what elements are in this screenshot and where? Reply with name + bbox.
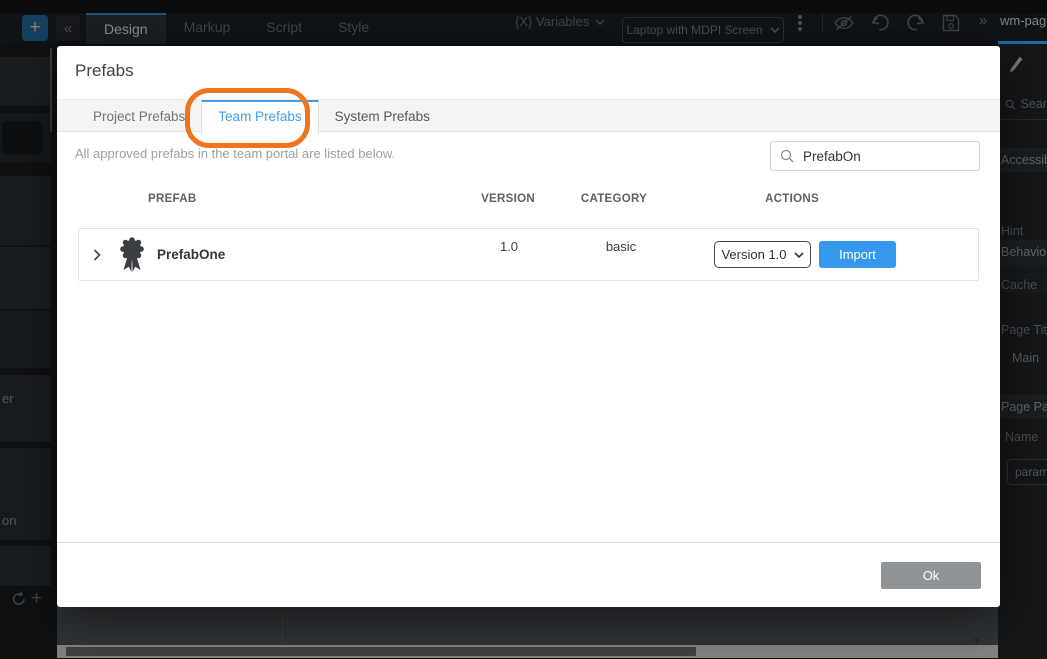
- tab-design[interactable]: Design: [86, 13, 166, 44]
- palette-block[interactable]: [0, 311, 51, 368]
- param-name-input[interactable]: [1007, 459, 1047, 485]
- version-select[interactable]: Version 1.0: [714, 241, 811, 268]
- tab-project-prefabs[interactable]: Project Prefabs: [77, 100, 201, 133]
- left-panel-scrollbar[interactable]: [50, 48, 52, 132]
- expand-chevron-icon[interactable]: [93, 249, 101, 264]
- file-tab-wm-page[interactable]: wm-pag: [1000, 0, 1046, 41]
- variables-dropdown[interactable]: {X} Variables: [515, 0, 605, 44]
- tab-system-prefabs[interactable]: System Prefabs: [319, 100, 446, 133]
- design-canvas: [57, 607, 998, 645]
- properties-search-label: Sear: [1021, 97, 1047, 111]
- preview-off-icon[interactable]: [833, 15, 855, 31]
- horizontal-scrollbar-thumb[interactable]: [66, 647, 696, 656]
- editor-mode-tabs: Design Markup Script Style: [86, 13, 387, 44]
- section-behavior[interactable]: Behavior: [998, 240, 1047, 264]
- prefab-table-row[interactable]: PrefabOne 1.0 basic Version 1.0 Import: [78, 228, 979, 281]
- more-vertical-icon[interactable]: [797, 14, 803, 32]
- save-icon[interactable]: [941, 13, 961, 33]
- palette-block[interactable]: on: [0, 448, 51, 540]
- horizontal-scrollbar[interactable]: [57, 645, 998, 658]
- dialog-title: Prefabs: [75, 61, 134, 81]
- col-header-prefab: PREFAB: [148, 193, 196, 205]
- properties-search[interactable]: Sear: [998, 89, 1047, 120]
- prefabs-dialog: Prefabs Project Prefabs Team Prefabs Sys…: [57, 46, 1000, 607]
- prefab-search-box: [770, 141, 980, 171]
- collapse-panel-button[interactable]: «: [56, 15, 80, 41]
- prefab-category: basic: [606, 239, 636, 254]
- variables-label: {X} Variables: [515, 0, 589, 44]
- expand-panel-button[interactable]: »: [973, 11, 993, 30]
- tab-script[interactable]: Script: [248, 13, 320, 42]
- add-widget-icon[interactable]: +: [31, 588, 42, 610]
- prefab-search-input[interactable]: [801, 148, 979, 165]
- palette-item-label: er: [2, 391, 14, 406]
- add-page-button[interactable]: +: [22, 15, 48, 41]
- col-header-version: VERSION: [481, 193, 535, 205]
- palette-block[interactable]: [0, 546, 51, 586]
- top-toolbar: + « Design Markup Script Style {X} Varia…: [0, 0, 1047, 44]
- footer-divider: [57, 542, 1000, 543]
- palette-search-box[interactable]: [2, 121, 42, 155]
- search-icon: [780, 149, 794, 163]
- palette-block: [0, 113, 51, 162]
- redo-icon[interactable]: [905, 14, 927, 32]
- undo-icon[interactable]: [869, 14, 891, 32]
- prefab-version: 1.0: [500, 239, 518, 254]
- dialog-description: All approved prefabs in the team portal …: [75, 146, 395, 161]
- prop-cache: Cache: [1001, 278, 1047, 292]
- version-select-value: Version 1.0: [721, 247, 786, 262]
- canvas-grid-line: [282, 607, 283, 645]
- palette-block: [0, 57, 51, 106]
- prop-hint: Hint: [1001, 224, 1047, 238]
- prop-name: Name: [1005, 430, 1047, 444]
- tab-team-prefabs[interactable]: Team Prefabs: [201, 100, 318, 134]
- col-header-actions: ACTIONS: [765, 193, 819, 205]
- prefab-badge-icon: [119, 237, 145, 276]
- app-root: + « Design Markup Script Style {X} Varia…: [0, 0, 1047, 659]
- prefab-tabs: Project Prefabs Team Prefabs System Pref…: [57, 99, 1000, 132]
- tab-style[interactable]: Style: [320, 13, 387, 42]
- search-icon: [1005, 98, 1016, 111]
- section-page-params[interactable]: Page Pa: [998, 395, 1047, 419]
- import-button[interactable]: Import: [819, 241, 896, 268]
- ok-button[interactable]: Ok: [881, 562, 981, 589]
- prop-page-title-value[interactable]: Main: [1012, 351, 1047, 365]
- col-header-category: CATEGORY: [581, 193, 647, 205]
- device-selector[interactable]: Laptop with MDPI Screen: [622, 17, 784, 43]
- chevron-down-icon: [770, 27, 780, 33]
- tab-markup[interactable]: Markup: [166, 13, 249, 42]
- palette-item-label: on: [2, 513, 16, 528]
- refresh-icon[interactable]: [11, 591, 27, 607]
- palette-block[interactable]: er: [0, 375, 51, 442]
- palette-block[interactable]: [0, 247, 51, 309]
- palette-block[interactable]: [0, 176, 51, 245]
- prop-page-title: Page Title: [1001, 323, 1047, 337]
- properties-panel: Sear Accessib Hint Behavior Cache Page T…: [998, 44, 1047, 659]
- section-accessibility[interactable]: Accessib: [998, 148, 1047, 172]
- chevron-down-icon: [595, 19, 605, 25]
- prefab-name: PrefabOne: [157, 247, 225, 262]
- toolbar-divider: [822, 13, 823, 31]
- edit-pencil-icon[interactable]: [1009, 55, 1024, 77]
- device-selector-value: Laptop with MDPI Screen: [626, 23, 762, 37]
- chevron-down-icon: [794, 252, 804, 258]
